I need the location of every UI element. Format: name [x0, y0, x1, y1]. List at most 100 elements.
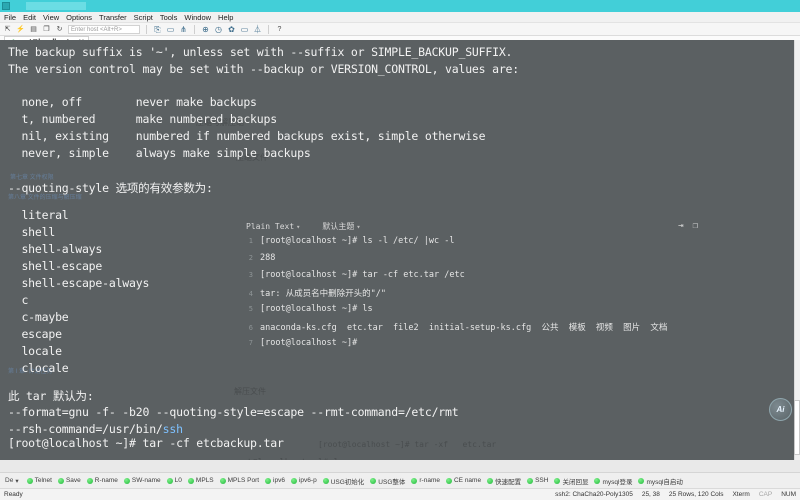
quick-connect-icon[interactable]: ⚡ [16, 25, 25, 34]
terminal-line: literal [8, 208, 69, 222]
globe-icon[interactable]: ⊕ [201, 25, 210, 34]
status-dot-icon [370, 477, 377, 484]
code-line: 5 [root@localhost ~]# ls [244, 304, 708, 321]
vertical-scrollbar[interactable] [794, 40, 800, 460]
button-bar-item[interactable]: Telnet [25, 477, 54, 484]
button-bar-item[interactable]: USG整体 [368, 476, 407, 486]
menu-item-options[interactable]: Options [66, 13, 92, 22]
line-number: 1 [248, 237, 253, 245]
terminal-line: locale [8, 344, 62, 358]
menu-item-help[interactable]: Help [218, 13, 233, 22]
chevron-down-icon: ▾ [296, 222, 301, 231]
menu-item-transfer[interactable]: Transfer [99, 13, 127, 22]
status-dot-icon [187, 477, 194, 484]
chevron-down-icon: ▾ [15, 477, 19, 485]
menu-item-window[interactable]: Window [184, 13, 211, 22]
button-bar-item[interactable]: SSH [525, 477, 550, 484]
button-bar-item[interactable]: ipv6 [263, 477, 287, 484]
help-icon[interactable]: ? [275, 25, 284, 34]
menu-item-file[interactable]: File [4, 13, 16, 22]
status-dot-icon [86, 477, 93, 484]
menu-item-view[interactable]: View [43, 13, 59, 22]
line-number: 5 [248, 305, 253, 313]
title-bar [0, 0, 800, 12]
title-bar-strip [26, 2, 86, 10]
button-bar-item[interactable]: mysql自启动 [636, 476, 684, 486]
button-bar-item[interactable]: ipv6-p [289, 477, 319, 484]
chevron-down-icon: ▾ [356, 222, 361, 231]
status-dot-icon [57, 477, 64, 484]
button-bar-item[interactable]: L0 [165, 477, 184, 484]
line-code: [root@localhost ~]# [260, 338, 358, 348]
copy-icon[interactable]: ❐ [693, 221, 698, 231]
ghost-text: [root@localhost ~]# tar -xf etc.tar [318, 440, 497, 449]
button-bar-item[interactable]: CE name [444, 477, 483, 484]
terminal-line: t, numbered make numbered backups [8, 112, 277, 126]
filter-icon[interactable]: ⏃ [253, 25, 262, 34]
status-dot-icon [594, 477, 601, 484]
ghost-text: 解压文件 [234, 387, 266, 396]
terminal-line: --format=gnu -f- -b20 --quoting-style=es… [8, 405, 459, 419]
terminal-line: The backup suffix is '~', unless set wit… [8, 45, 513, 59]
status-ready-label: Ready [4, 491, 23, 498]
language-selector[interactable]: Plain Text ▾ [246, 222, 300, 231]
code-panel-actions: ⇥ ❐ [678, 221, 708, 231]
terminal-line: escape [8, 327, 62, 341]
terminal-line: c-maybe [8, 310, 69, 324]
button-bar-item[interactable]: 关闭回显 [552, 476, 590, 486]
keymap-icon[interactable]: ▭ [240, 25, 249, 34]
ai-assistant-button[interactable]: Ai [769, 398, 792, 421]
button-bar-item[interactable]: Save [56, 477, 83, 484]
print-icon[interactable]: ▭ [166, 25, 175, 34]
button-bar-item[interactable]: SW-name [122, 477, 163, 484]
line-code: 288 [260, 253, 276, 263]
log-icon[interactable]: ◷ [214, 25, 223, 34]
button-bar-item[interactable]: r-name [409, 477, 442, 484]
status-num-indicator: NUM [781, 491, 796, 498]
terminal-output[interactable]: 第八章 文件的压缩与解压缩 压缩与解压缩 压缩文件 第七章 文件权限 解压文件 … [0, 40, 800, 460]
button-bar-item[interactable]: USG初始化 [321, 476, 367, 486]
status-caps-indicator: CAP [758, 491, 773, 498]
code-snippet-panel[interactable]: Plain Text ▾ 默认主题 ▾ ⇥ ❐ 1 [root@localhost … [238, 218, 708, 378]
line-code: tar: 从成员名中删除开头的"/" [260, 289, 386, 299]
menu-item-tools[interactable]: Tools [160, 13, 178, 22]
session-manager-icon[interactable]: ▤ [29, 25, 38, 34]
button-bar-item[interactable]: MPLS Port [218, 477, 261, 484]
toolbar-separator-1 [146, 24, 147, 34]
clone-session-icon[interactable]: ❐ [42, 25, 51, 34]
toolbar-separator-2 [194, 24, 195, 34]
code-line: 1 [root@localhost ~]# ls -l /etc/ |wc -l [244, 236, 708, 253]
terminal-line: none, off never make backups [8, 95, 257, 109]
terminal-line: The version control may be set with --ba… [8, 62, 519, 76]
wrap-lines-icon[interactable]: ⇥ [678, 221, 683, 231]
reconnect-icon[interactable]: ↻ [55, 25, 64, 34]
button-bar-item[interactable]: mysql登录 [592, 476, 634, 486]
terminal-line: shell-escape-always [8, 276, 150, 290]
ghost-text: oot@localhost ~]# ls [236, 458, 344, 460]
terminal-line: c [8, 293, 29, 307]
button-bar-item[interactable]: R-name [85, 477, 120, 484]
terminal-line-rsh: --rsh-command=/usr/bin/ssh [8, 422, 183, 436]
button-bar-item[interactable]: MPLS [186, 477, 216, 484]
connect-icon[interactable]: ⇱ [3, 25, 12, 34]
theme-selector[interactable]: 默认主题 ▾ [322, 221, 360, 232]
menu-item-script[interactable]: Script [134, 13, 153, 22]
terminal-line: shell-always [8, 242, 103, 256]
button-bar-item[interactable]: 快速配置 [485, 476, 523, 486]
line-code: [root@localhost ~]# ls [260, 304, 373, 314]
scrollbar-thumb[interactable] [794, 400, 800, 455]
code-line: 2 288 [244, 253, 708, 270]
status-dot-icon [527, 477, 534, 484]
code-panel-header: Plain Text ▾ 默认主题 ▾ ⇥ ❐ [238, 218, 708, 234]
ssh-link[interactable]: ssh [163, 422, 183, 436]
menu-item-edit[interactable]: Edit [23, 13, 36, 22]
find-icon[interactable]: ⋔ [179, 25, 188, 34]
button-bar-session-selector[interactable]: De ▾ [3, 477, 23, 485]
host-input[interactable]: Enter host <Alt+R> [68, 24, 140, 34]
settings-icon[interactable]: ✿ [227, 25, 236, 34]
rsh-command-prefix: --rsh-command=/usr/bin/ [8, 422, 163, 436]
status-dot-icon [290, 477, 297, 484]
paste-icon[interactable]: ⎘ [153, 25, 162, 34]
line-code: anaconda-ks.cfg etc.tar file2 initial-se… [260, 323, 668, 333]
status-emulation: Xterm [732, 491, 750, 498]
